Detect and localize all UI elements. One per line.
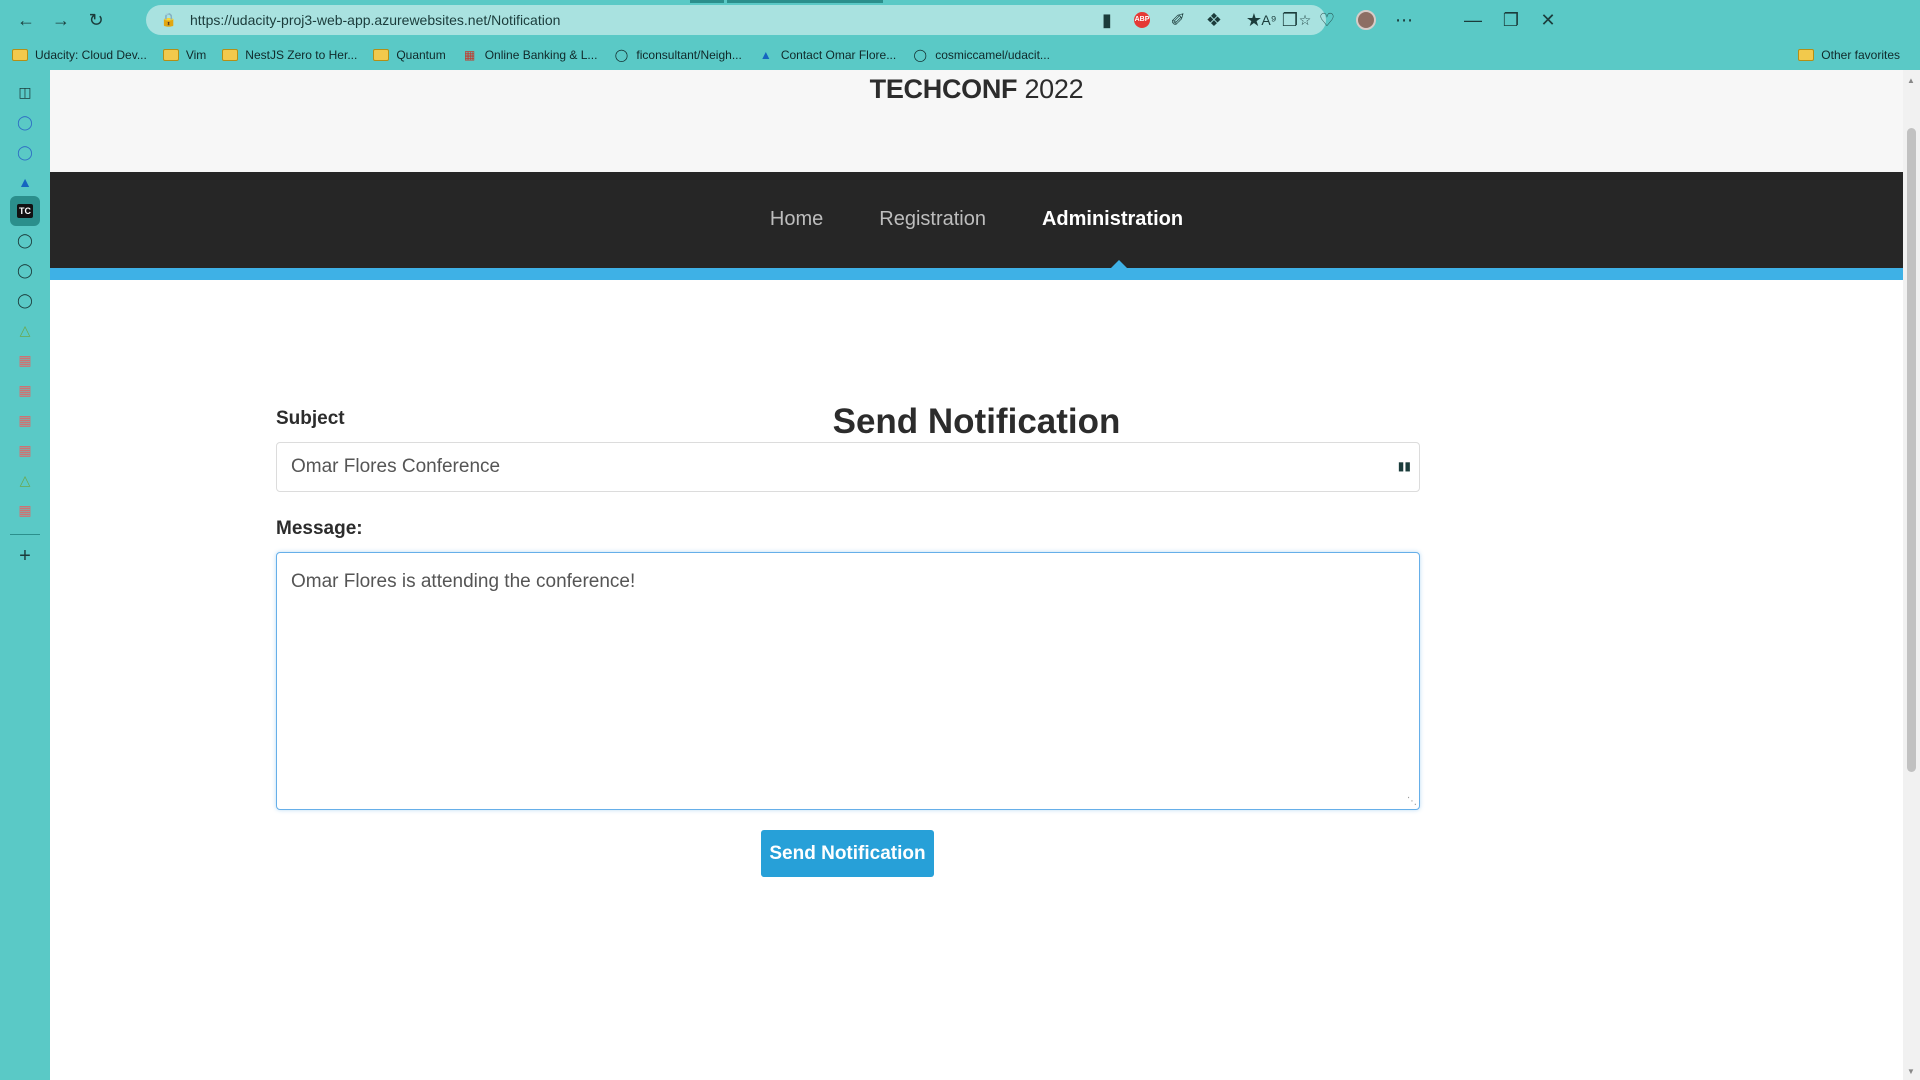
nav-home[interactable]: Home xyxy=(742,208,851,231)
scroll-up-icon[interactable]: ▲ xyxy=(1907,76,1915,85)
collections-icon[interactable]: ❐ xyxy=(1277,7,1303,33)
bank-icon: ▦ xyxy=(464,48,476,62)
grid-tab-icon[interactable]: ▦ xyxy=(13,378,37,402)
site-header: TECHCONF 2022 xyxy=(50,70,1903,172)
minimize-icon[interactable]: — xyxy=(1460,7,1486,33)
github-icon: ◯ xyxy=(614,48,629,62)
scrollbar-thumb[interactable] xyxy=(1907,128,1916,772)
folder-icon xyxy=(373,48,390,62)
back-icon[interactable]: ← xyxy=(13,7,39,33)
bookmark-other-favorites[interactable]: Other favorites xyxy=(1798,48,1900,62)
azure-icon: ▲ xyxy=(759,48,772,62)
bookmark-contact-omar[interactable]: ▲ Contact Omar Flore... xyxy=(758,48,896,62)
brand-year: 2022 xyxy=(1024,74,1084,104)
azure-tab-icon[interactable]: ▲ xyxy=(13,170,37,194)
site-navbar: Home Registration Administration xyxy=(50,172,1903,268)
add-tab-icon[interactable]: + xyxy=(13,544,37,568)
grid-tab-icon[interactable]: ▦ xyxy=(13,348,37,372)
lock-icon: 🔒 xyxy=(160,12,178,27)
profile-avatar[interactable] xyxy=(1353,7,1379,33)
bookmark-label: Quantum xyxy=(396,48,446,62)
nav-administration[interactable]: Administration xyxy=(1014,208,1211,231)
bookmarks-bar: Udacity: Cloud Dev... Vim NestJS Zero to… xyxy=(0,40,1920,70)
tab-actions-icon[interactable]: ◫ xyxy=(13,80,37,104)
grid-tab-icon[interactable]: ▦ xyxy=(13,498,37,522)
nav-links: Home Registration Administration xyxy=(50,208,1903,231)
alert-tab-icon[interactable]: △ xyxy=(13,318,37,342)
bookmark-label: NestJS Zero to Her... xyxy=(245,48,358,62)
folder-icon xyxy=(222,48,239,62)
accent-strip xyxy=(50,268,1903,280)
browser-titlebar: ← → ↻ 🔒 https://udacity-proj3-web-app.az… xyxy=(0,0,1920,40)
pinned-tab-icon[interactable]: ◯ xyxy=(13,110,37,134)
site-logo[interactable]: TECHCONF 2022 xyxy=(50,74,1903,105)
tab-indicator xyxy=(727,0,883,3)
more-menu-icon[interactable]: ⋯ xyxy=(1391,7,1417,33)
send-notification-button[interactable]: Send Notification xyxy=(761,830,934,877)
nav-registration[interactable]: Registration xyxy=(851,208,1014,231)
message-textarea[interactable]: Omar Flores is attending the conference!… xyxy=(276,552,1420,810)
message-label: Message: xyxy=(276,518,363,539)
restore-icon[interactable]: ❐ xyxy=(1498,7,1524,33)
password-manager-icon[interactable]: ▮▮ xyxy=(1398,459,1411,473)
subject-input[interactable]: Omar Flores Conference ▮▮ xyxy=(276,442,1420,492)
pen-extension-icon[interactable]: ✐ xyxy=(1165,7,1191,33)
bookmark-label: Online Banking & L... xyxy=(484,48,598,62)
techconf-tab[interactable]: TC xyxy=(10,196,40,226)
brand-name: TECHCONF xyxy=(869,74,1018,104)
bookmark-label: cosmiccamel/udacit... xyxy=(935,48,1050,62)
url-text: https://udacity-proj3-web-app.azurewebsi… xyxy=(190,12,561,28)
grid-tab-icon[interactable]: ▦ xyxy=(13,438,37,462)
bookmark-label: Contact Omar Flore... xyxy=(780,48,897,62)
page-scrollbar[interactable]: ▲ ▼ xyxy=(1903,70,1920,1080)
bookmark-vim[interactable]: Vim xyxy=(162,48,207,62)
extension-icon[interactable]: ▮ xyxy=(1094,7,1120,33)
github-tab-icon[interactable]: ◯ xyxy=(13,258,37,282)
folder-icon xyxy=(12,48,28,62)
bookmark-label: Vim xyxy=(185,48,207,62)
browser-essentials-icon[interactable]: ♡ xyxy=(1314,7,1340,33)
sidebar-divider xyxy=(10,534,40,535)
bookmark-label: ficonsultant/Neigh... xyxy=(636,48,742,62)
tab-indicator xyxy=(690,0,724,3)
pinned-tab-icon[interactable]: ◯ xyxy=(13,140,37,164)
folder-icon xyxy=(1798,48,1815,62)
bookmark-udacity-cloud[interactable]: Udacity: Cloud Dev... xyxy=(12,48,147,62)
active-nav-pointer xyxy=(1111,260,1127,268)
puzzle-extensions-icon[interactable]: ❖ xyxy=(1201,7,1227,33)
bookmark-online-banking[interactable]: ▦ Online Banking & L... xyxy=(462,48,598,62)
subject-value: Omar Flores Conference xyxy=(291,456,501,477)
bookmark-ficonsultant[interactable]: ◯ ficonsultant/Neigh... xyxy=(613,48,742,62)
close-window-icon[interactable]: ✕ xyxy=(1535,7,1561,33)
bookmark-label: Other favorites xyxy=(1821,48,1900,62)
bookmark-cosmiccamel[interactable]: ◯ cosmiccamel/udacit... xyxy=(912,48,1050,62)
github-tab-icon[interactable]: ◯ xyxy=(13,288,37,312)
grid-tab-icon[interactable]: ▦ xyxy=(13,408,37,432)
alert-tab-icon[interactable]: △ xyxy=(13,468,37,492)
bookmark-nestjs[interactable]: NestJS Zero to Her... xyxy=(222,48,357,62)
refresh-icon[interactable]: ↻ xyxy=(83,7,109,33)
scroll-down-icon[interactable]: ▼ xyxy=(1907,1067,1915,1076)
folder-icon xyxy=(162,48,179,62)
github-icon: ◯ xyxy=(913,48,927,62)
subject-label: Subject xyxy=(276,408,345,429)
page-viewport: TECHCONF 2022 Home Registration Administ… xyxy=(50,70,1903,1080)
github-tab-icon[interactable]: ◯ xyxy=(13,228,37,252)
forward-icon[interactable]: → xyxy=(48,7,74,33)
adblock-icon[interactable]: ABP xyxy=(1129,7,1155,33)
favorites-icon[interactable]: ★ xyxy=(1241,7,1267,33)
browser-sidebar: ◫ ◯ ◯ ▲ TC ◯ ◯ ◯ △ ▦ ▦ ▦ ▦ △ ▦ + xyxy=(0,70,50,1080)
techconf-tab-badge: TC xyxy=(17,204,33,218)
bookmark-quantum[interactable]: Quantum xyxy=(373,48,446,62)
bookmark-label: Udacity: Cloud Dev... xyxy=(35,48,147,62)
resize-handle-icon[interactable]: ⋱ xyxy=(1407,796,1417,807)
message-value: Omar Flores is attending the conference! xyxy=(291,571,636,592)
